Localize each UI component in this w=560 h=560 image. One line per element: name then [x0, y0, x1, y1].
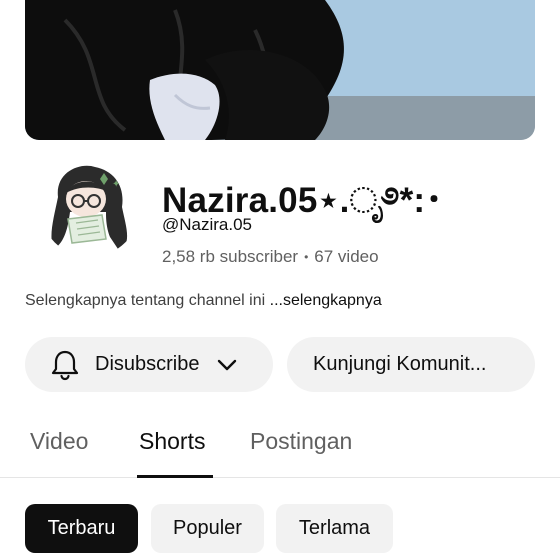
tab-shorts[interactable]: Shorts: [139, 428, 205, 455]
bell-icon: [51, 350, 79, 380]
video-count: 67 video: [314, 247, 379, 266]
visit-community-button[interactable]: Kunjungi Komunit...: [287, 337, 535, 392]
channel-tabs: Video Shorts Postingan: [0, 420, 560, 478]
about-text: Selengkapnya tentang channel ini: [25, 292, 270, 309]
visit-community-label: Kunjungi Komunit...: [313, 353, 487, 375]
channel-handle: @Nazira.05: [162, 215, 253, 234]
stats-separator: •: [304, 250, 309, 264]
active-tab-indicator: [137, 475, 213, 478]
tab-video[interactable]: Video: [30, 428, 88, 455]
svg-text:✦: ✦: [112, 179, 120, 190]
chevron-down-icon: [218, 359, 237, 370]
channel-banner[interactable]: [25, 0, 535, 140]
filter-chip-popular[interactable]: Populer: [151, 504, 264, 553]
channel-stats: 2,58 rb subscriber • 67 video: [162, 247, 379, 267]
subscriber-count: 2,58 rb subscriber: [162, 247, 299, 266]
channel-avatar[interactable]: ✦: [40, 157, 140, 257]
channel-name: Nazira.05⋆.ೃ࿔*:･: [162, 181, 443, 220]
about-more-link[interactable]: ...selengkapnya: [270, 292, 382, 309]
avatar-image: ✦: [40, 157, 140, 257]
channel-about[interactable]: Selengkapnya tentang channel ini ...sele…: [25, 292, 382, 310]
subscribed-label: Disubscribe: [95, 353, 200, 375]
tab-posts[interactable]: Postingan: [250, 428, 352, 455]
filter-chip-newest[interactable]: Terbaru: [25, 504, 138, 553]
filter-chip-oldest[interactable]: Terlama: [276, 504, 393, 553]
subscribed-button[interactable]: Disubscribe: [25, 337, 273, 392]
banner-image: [25, 0, 535, 140]
